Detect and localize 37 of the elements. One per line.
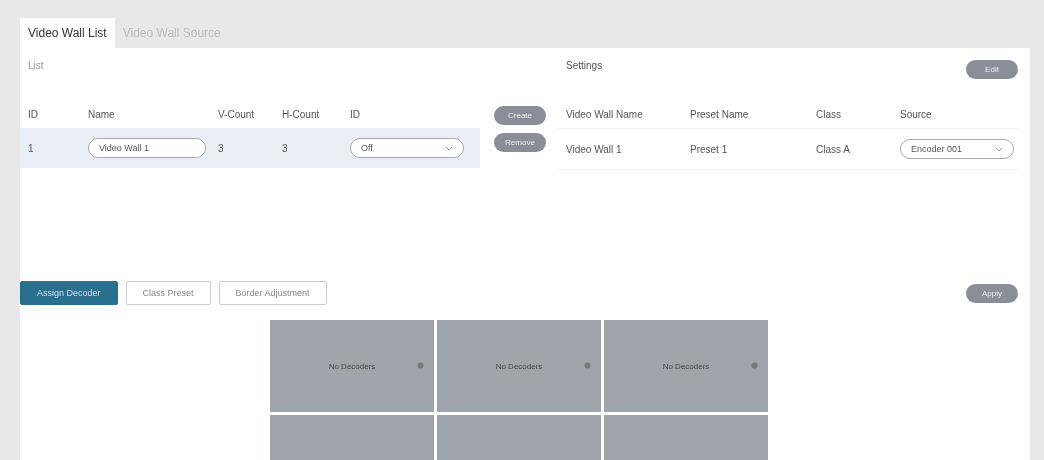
wall-cell[interactable]: No Decoders — [270, 320, 434, 412]
caret-icon — [995, 146, 1003, 152]
mode-button[interactable]: Assign Decoder — [20, 281, 118, 305]
table-cell-text: 3 — [218, 142, 225, 154]
column-header: ID — [28, 108, 39, 120]
action-button[interactable]: Remove — [494, 133, 546, 152]
wall-cell[interactable]: No Decoders — [604, 320, 768, 412]
tab[interactable]: Video Wall List — [20, 18, 115, 48]
source-dropdown[interactable]: Encoder 001 — [900, 139, 1014, 159]
column-header: V-Count — [218, 108, 256, 120]
column-header: Name — [88, 108, 116, 120]
section-title: Settings — [566, 60, 603, 71]
table-cell-text: Class A — [816, 143, 851, 155]
column-header: H-Count — [282, 108, 321, 120]
mode-button[interactable]: Class Preset — [125, 281, 211, 305]
cell-label: No Decoders — [328, 361, 376, 371]
mode-button[interactable]: Border Adjustment — [218, 281, 327, 305]
wall-cell[interactable]: No Decoders — [437, 320, 601, 412]
column-header: ID — [350, 108, 361, 120]
edit-button[interactable]: Edit — [966, 60, 1018, 79]
caret-icon — [445, 145, 453, 151]
section-title: List — [28, 60, 44, 71]
table-cell-text: Video Wall 1 — [566, 143, 623, 155]
table-cell-text: 1 — [28, 142, 35, 154]
table-row[interactable]: 1 Video Wall 1 3 3 Off — [20, 128, 480, 168]
cell-label: No Decoders — [662, 361, 710, 371]
cell-label: No Decoders — [495, 361, 543, 371]
column-header: Source — [900, 108, 933, 120]
name-field[interactable]: Video Wall 1 — [88, 138, 206, 158]
table-cell-text: Preset 1 — [690, 143, 729, 155]
column-header: Preset Name — [690, 108, 750, 120]
apply-button[interactable]: Apply — [966, 283, 1018, 303]
table-cell-text: 3 — [282, 142, 289, 154]
column-header: Class — [816, 108, 842, 120]
column-header: Video Wall Name — [566, 108, 644, 120]
action-button[interactable]: Create — [494, 106, 546, 125]
id-dropdown[interactable]: Off — [350, 138, 464, 158]
